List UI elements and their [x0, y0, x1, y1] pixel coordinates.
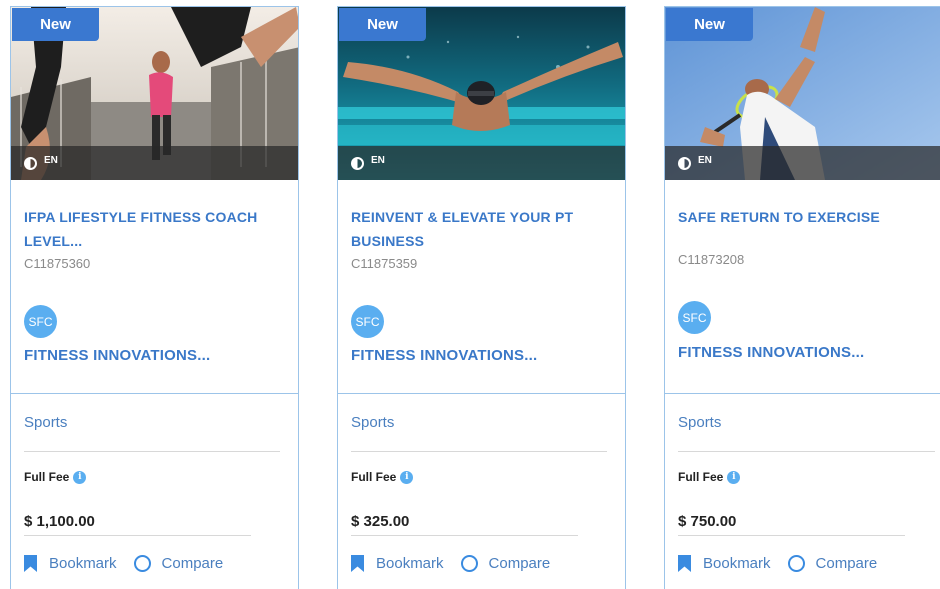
course-title-link[interactable]: IFPA LIFESTYLE FITNESS COACH LEVEL... — [24, 205, 278, 253]
sfc-badge: SFC — [24, 305, 57, 338]
provider-link[interactable]: FITNESS INNOVATIONS... — [351, 347, 605, 364]
card-actions: Bookmark Compare — [24, 555, 223, 572]
fee-label: Full Fee — [351, 470, 397, 484]
price: $ 325.00 — [351, 513, 410, 530]
fee-row: Full Fee i — [351, 470, 414, 484]
course-thumbnail-running[interactable]: New EN — [11, 7, 298, 180]
contrast-icon — [24, 156, 37, 170]
card-actions: Bookmark Compare — [351, 555, 550, 572]
new-badge: New — [339, 8, 426, 41]
course-card[interactable]: New EN REINVENT & ELEVATE YOUR PT BUSINE… — [337, 6, 626, 589]
new-badge: New — [12, 8, 99, 41]
fee-row: Full Fee i — [678, 470, 741, 484]
provider-link[interactable]: FITNESS INNOVATIONS... — [24, 347, 278, 364]
divider — [665, 393, 940, 394]
fee-label: Full Fee — [678, 470, 724, 484]
bookmark-icon[interactable] — [351, 555, 364, 572]
divider — [351, 451, 607, 452]
course-code: C11873208 — [678, 252, 745, 267]
category-label: Sports — [351, 414, 395, 431]
course-code: C11875360 — [24, 256, 91, 271]
compare-button[interactable]: Compare — [489, 555, 551, 572]
bookmark-button[interactable]: Bookmark — [703, 555, 771, 572]
language-label: EN — [371, 154, 385, 166]
new-badge: New — [666, 8, 753, 41]
language-label: EN — [698, 154, 712, 166]
divider — [678, 451, 935, 452]
fee-label: Full Fee — [24, 470, 70, 484]
course-thumbnail-tennis[interactable]: New EN — [665, 7, 940, 180]
course-title-link[interactable]: REINVENT & ELEVATE YOUR PT BUSINESS — [351, 205, 605, 253]
course-card-list: New EN IFPA LIFESTYLE FITNESS COACH LEVE… — [0, 0, 940, 589]
info-icon[interactable]: i — [727, 470, 741, 484]
course-card[interactable]: New EN IFPA LIFESTYLE FITNESS COACH LEVE… — [10, 6, 299, 589]
course-thumbnail-swimming[interactable]: New EN — [338, 7, 625, 180]
bookmark-icon[interactable] — [24, 555, 37, 572]
divider — [11, 393, 298, 394]
compare-button[interactable]: Compare — [816, 555, 878, 572]
divider — [24, 535, 251, 536]
divider — [351, 535, 578, 536]
compare-radio-icon[interactable] — [460, 555, 478, 572]
language-label: EN — [44, 154, 58, 166]
bookmark-button[interactable]: Bookmark — [49, 555, 117, 572]
info-icon[interactable]: i — [73, 470, 87, 484]
divider — [678, 535, 905, 536]
course-code: C11875359 — [351, 256, 418, 271]
compare-radio-icon[interactable] — [787, 555, 805, 572]
divider — [24, 451, 280, 452]
language-bar: EN — [11, 146, 298, 180]
divider — [338, 393, 625, 394]
info-icon[interactable]: i — [400, 470, 414, 484]
language-bar: EN — [665, 146, 940, 180]
contrast-icon — [351, 156, 364, 170]
language-bar: EN — [338, 146, 625, 180]
category-label: Sports — [24, 414, 68, 431]
bookmark-button[interactable]: Bookmark — [376, 555, 444, 572]
course-card[interactable]: New EN SAFE RETURN TO EXERCISE C11873208… — [664, 6, 940, 589]
price: $ 1,100.00 — [24, 513, 95, 530]
course-title-link[interactable]: SAFE RETURN TO EXERCISE — [678, 205, 933, 229]
compare-button[interactable]: Compare — [162, 555, 224, 572]
bookmark-icon[interactable] — [678, 555, 691, 572]
compare-radio-icon[interactable] — [133, 555, 151, 572]
price: $ 750.00 — [678, 513, 737, 530]
card-actions: Bookmark Compare — [678, 555, 877, 572]
sfc-badge: SFC — [678, 301, 711, 334]
fee-row: Full Fee i — [24, 470, 87, 484]
sfc-badge: SFC — [351, 305, 384, 338]
provider-link[interactable]: FITNESS INNOVATIONS... — [678, 344, 933, 361]
category-label: Sports — [678, 414, 722, 431]
contrast-icon — [678, 156, 691, 170]
